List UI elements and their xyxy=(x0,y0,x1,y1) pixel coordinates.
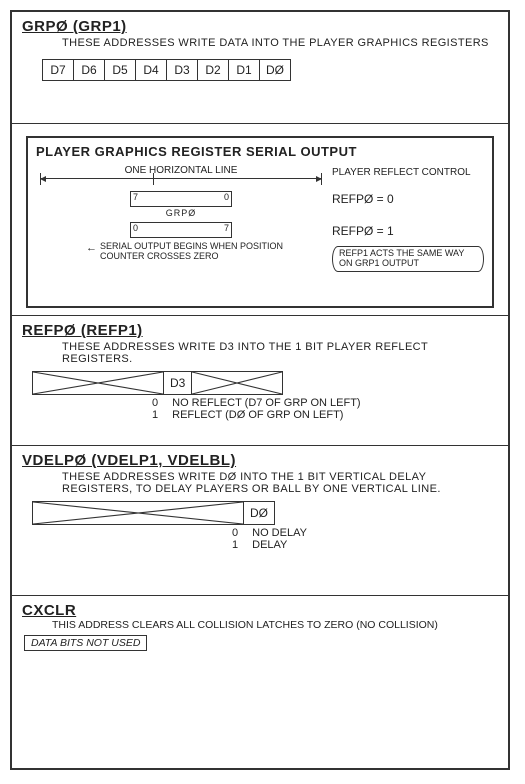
bit-d2: D2 xyxy=(198,60,229,80)
refp1-note: REFP1 ACTS THE SAME WAY ON GRP1 OUTPUT xyxy=(332,246,484,272)
refp-unused-left xyxy=(32,371,164,395)
section-serial: PLAYER GRAPHICS REGISTER SERIAL OUTPUT O… xyxy=(12,124,508,316)
vdel-legend: 0 NO DELAY 1 DELAY xyxy=(232,527,498,551)
reg-b-right: 7 xyxy=(224,223,229,233)
grp-desc: THESE ADDRESSES WRITE DATA INTO THE PLAY… xyxy=(62,37,498,49)
page: GRPØ (GRP1) THESE ADDRESSES WRITE DATA I… xyxy=(10,10,510,770)
section-grp: GRPØ (GRP1) THESE ADDRESSES WRITE DATA I… xyxy=(12,12,508,124)
serial-title: PLAYER GRAPHICS REGISTER SERIAL OUTPUT xyxy=(36,144,484,159)
reg-a-right: 0 xyxy=(224,192,229,202)
refp-register: D3 xyxy=(32,371,498,395)
cxclr-notused: DATA BITS NOT USED xyxy=(24,635,147,651)
grp-reg-reflect: 0 7 xyxy=(130,222,232,238)
vdel-legend-0-key: 0 xyxy=(232,527,238,539)
vdel-d0-cell: DØ xyxy=(244,501,275,525)
bit-d3: D3 xyxy=(167,60,198,80)
serial-right-info: PLAYER REFLECT CONTROL REFPØ = 0 REFPØ =… xyxy=(326,165,484,272)
grp-title: GRPØ (GRP1) xyxy=(22,18,498,35)
grp-bits-row: D7 D6 D5 D4 D3 D2 D1 DØ xyxy=(42,59,291,81)
bit-d6: D6 xyxy=(74,60,105,80)
serial-note: SERIAL OUTPUT BEGINS WHEN POSITION COUNT… xyxy=(86,242,326,262)
reg-b-left: 0 xyxy=(133,223,138,233)
bit-d7: D7 xyxy=(43,60,74,80)
serial-left-diagram: ONE HORIZONTAL LINE 7 0 GRPØ 0 7 xyxy=(36,165,326,262)
refp-unused-right xyxy=(192,371,283,395)
refp-legend-0-key: 0 xyxy=(152,397,158,409)
cxclr-title: CXCLR xyxy=(22,602,498,619)
serial-diagram: ONE HORIZONTAL LINE 7 0 GRPØ 0 7 xyxy=(36,165,484,272)
bit-d4: D4 xyxy=(136,60,167,80)
bit-d0: DØ xyxy=(260,60,290,80)
grp-reg-label: GRPØ xyxy=(36,208,326,218)
refp-desc: THESE ADDRESSES WRITE D3 INTO THE 1 BIT … xyxy=(62,341,498,365)
vdel-title: VDELPØ (VDELP1, VDELBL) xyxy=(22,452,498,469)
reflect-control-title: PLAYER REFLECT CONTROL xyxy=(332,167,484,178)
bit-d1: D1 xyxy=(229,60,260,80)
refp-legend-1-key: 1 xyxy=(152,409,158,421)
refp-legend-0-val: NO REFLECT (D7 OF GRP ON LEFT) xyxy=(172,397,360,409)
reg-a-left: 7 xyxy=(133,192,138,202)
refp-title: REFPØ (REFP1) xyxy=(22,322,498,339)
refp0-eq-0: REFPØ = 0 xyxy=(332,192,484,206)
serial-inner-box: PLAYER GRAPHICS REGISTER SERIAL OUTPUT O… xyxy=(26,136,494,308)
cxclr-desc: THIS ADDRESS CLEARS ALL COLLISION LATCHE… xyxy=(52,619,498,631)
section-refp: REFPØ (REFP1) THESE ADDRESSES WRITE D3 I… xyxy=(12,316,508,446)
refp-d3-cell: D3 xyxy=(164,371,192,395)
vdel-desc: THESE ADDRESSES WRITE DØ INTO THE 1 BIT … xyxy=(62,471,498,495)
refp-legend: 0 NO REFLECT (D7 OF GRP ON LEFT) 1 REFLECT… xyxy=(152,397,498,421)
hline-label: ONE HORIZONTAL LINE xyxy=(36,165,326,176)
vdel-legend-1-key: 1 xyxy=(232,539,238,551)
section-cxclr: CXCLR THIS ADDRESS CLEARS ALL COLLISION … xyxy=(12,596,508,659)
vdel-unused xyxy=(32,501,244,525)
bit-d5: D5 xyxy=(105,60,136,80)
vdel-legend-1-val: DELAY xyxy=(252,539,287,551)
refp0-eq-1: REFPØ = 1 xyxy=(332,224,484,238)
vdel-legend-0-val: NO DELAY xyxy=(252,527,307,539)
horizontal-line xyxy=(40,178,322,179)
grp-reg-normal: 7 0 xyxy=(130,191,232,207)
section-vdel: VDELPØ (VDELP1, VDELBL) THESE ADDRESSES … xyxy=(12,446,508,596)
vdel-register: DØ xyxy=(32,501,498,525)
refp-legend-1-val: REFLECT (DØ OF GRP ON LEFT) xyxy=(172,409,343,421)
